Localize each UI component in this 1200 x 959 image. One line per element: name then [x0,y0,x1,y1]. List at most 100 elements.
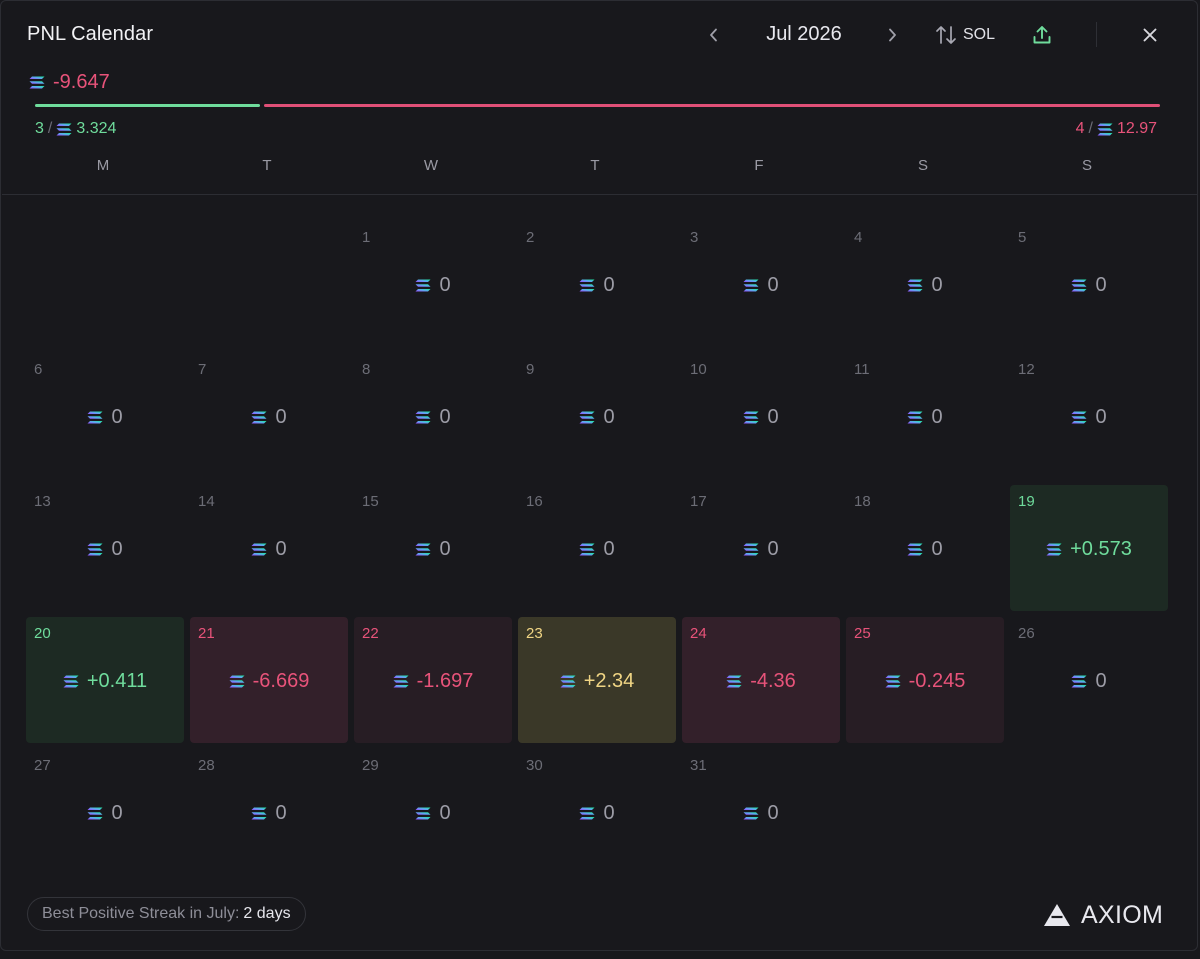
day-pnl-value: 0 [767,801,779,824]
day-pnl: 0 [1010,271,1168,299]
day-pnl: 0 [518,535,676,563]
solana-icon [229,675,245,688]
day-pnl: 0 [354,535,512,563]
day-pnl: 0 [1010,667,1168,695]
calendar-day-cell[interactable]: 20 [518,221,676,347]
solana-icon [743,543,759,556]
solana-icon [579,543,595,556]
solana-icon [1046,543,1062,556]
day-pnl: 0 [518,271,676,299]
calendar-day-cell[interactable]: 29 0 [354,749,512,875]
solana-icon [56,123,72,136]
calendar-day-cell[interactable]: 12 0 [1010,353,1168,479]
next-month-button[interactable] [880,21,904,49]
chevron-left-icon [710,28,717,42]
monthly-total: -9.647 [29,71,110,94]
calendar-day-cell[interactable]: 40 [846,221,1004,347]
day-pnl: 0 [518,799,676,827]
solana-icon [87,807,103,820]
day-pnl-value: 0 [931,405,943,428]
solana-icon [29,76,45,89]
day-pnl: +0.573 [1010,535,1168,563]
calendar-day-cell[interactable]: 21 -6.669 [190,617,348,743]
day-number: 4 [854,229,863,246]
calendar-day-cell[interactable]: 11 0 [846,353,1004,479]
panel-title: PNL Calendar [27,23,154,45]
calendar-day-cell[interactable]: 27 0 [26,749,184,875]
calendar-day-cell[interactable]: 10 [354,221,512,347]
calendar-day-cell[interactable]: 23 +2.34 [518,617,676,743]
solana-icon [415,411,431,424]
close-button[interactable] [1137,21,1163,49]
currency-label: SOL [963,26,996,43]
solana-icon [743,279,759,292]
day-pnl: 0 [26,799,184,827]
calendar-day-cell[interactable]: 15 0 [354,485,512,611]
day-pnl-value: 0 [603,405,615,428]
calendar-day-cell[interactable]: 16 0 [518,485,676,611]
calendar-day-cell[interactable]: 20 +0.411 [26,617,184,743]
solana-icon [415,279,431,292]
day-pnl-value: 0 [275,405,287,428]
calendar-day-cell[interactable]: 30 0 [518,749,676,875]
calendar-day-cell[interactable]: 22 -1.697 [354,617,512,743]
solana-icon [251,411,267,424]
negative-ratio-bar [264,104,1160,107]
day-pnl-value: -4.36 [750,669,796,692]
calendar-day-cell[interactable]: 19 +0.573 [1010,485,1168,611]
calendar-day-cell[interactable]: 60 [26,353,184,479]
weekday-label: S [1081,157,1092,174]
day-number: 3 [690,229,699,246]
streak-value: 2 days [243,905,291,922]
day-pnl-value: 0 [439,273,451,296]
calendar-day-cell[interactable]: 50 [1010,221,1168,347]
day-pnl-value: 0 [767,537,779,560]
day-pnl: -1.697 [354,667,512,695]
solana-icon [579,279,595,292]
calendar-day-cell[interactable]: 30 [682,221,840,347]
header-separator [2,194,1198,195]
day-number: 24 [690,625,707,642]
calendar-day-cell[interactable]: 24 -4.36 [682,617,840,743]
day-number: 22 [362,625,379,642]
monthly-total-value: -9.647 [53,71,110,93]
share-button[interactable] [1029,21,1055,49]
currency-toggle-button[interactable]: SOL [935,21,995,49]
calendar-day-cell[interactable]: 10 0 [682,353,840,479]
separator: / [47,120,53,137]
calendar-day-cell[interactable]: 17 0 [682,485,840,611]
day-pnl: +2.34 [518,667,676,695]
streak-badge: Best Positive Streak in July: 2 days [27,897,306,931]
calendar-day-cell[interactable]: 31 0 [682,749,840,875]
calendar-day-cell[interactable]: 28 0 [190,749,348,875]
day-pnl-value: 0 [111,537,123,560]
weekday-label: T [262,157,272,174]
swap-vertical-icon [936,26,956,44]
weekday-label: F [754,157,764,174]
day-number: 25 [854,625,871,642]
day-number: 30 [526,757,543,774]
solana-icon [579,411,595,424]
day-pnl: 0 [682,799,840,827]
solana-icon [907,411,923,424]
pnl-calendar-panel: PNL Calendar Jul 2026 SOL -9.647 3 / 3.3… [0,0,1198,951]
solana-icon [907,543,923,556]
solana-icon [1071,411,1087,424]
calendar-day-cell[interactable]: 18 0 [846,485,1004,611]
calendar-day-cell[interactable]: 26 0 [1010,617,1168,743]
day-pnl-value: 0 [111,801,123,824]
calendar-day-cell[interactable]: 80 [354,353,512,479]
separator: / [1088,120,1093,137]
calendar-day-cell[interactable]: 13 0 [26,485,184,611]
day-pnl-value: 0 [767,405,779,428]
solana-icon [251,807,267,820]
day-number: 7 [198,361,207,378]
calendar-day-cell[interactable]: 90 [518,353,676,479]
calendar-day-cell[interactable]: 14 0 [190,485,348,611]
day-number: 31 [690,757,707,774]
day-pnl-value: -6.669 [252,669,310,692]
calendar-day-cell[interactable]: 70 [190,353,348,479]
day-pnl: 0 [354,403,512,431]
calendar-day-cell[interactable]: 25 -0.245 [846,617,1004,743]
prev-month-button[interactable] [702,21,726,49]
